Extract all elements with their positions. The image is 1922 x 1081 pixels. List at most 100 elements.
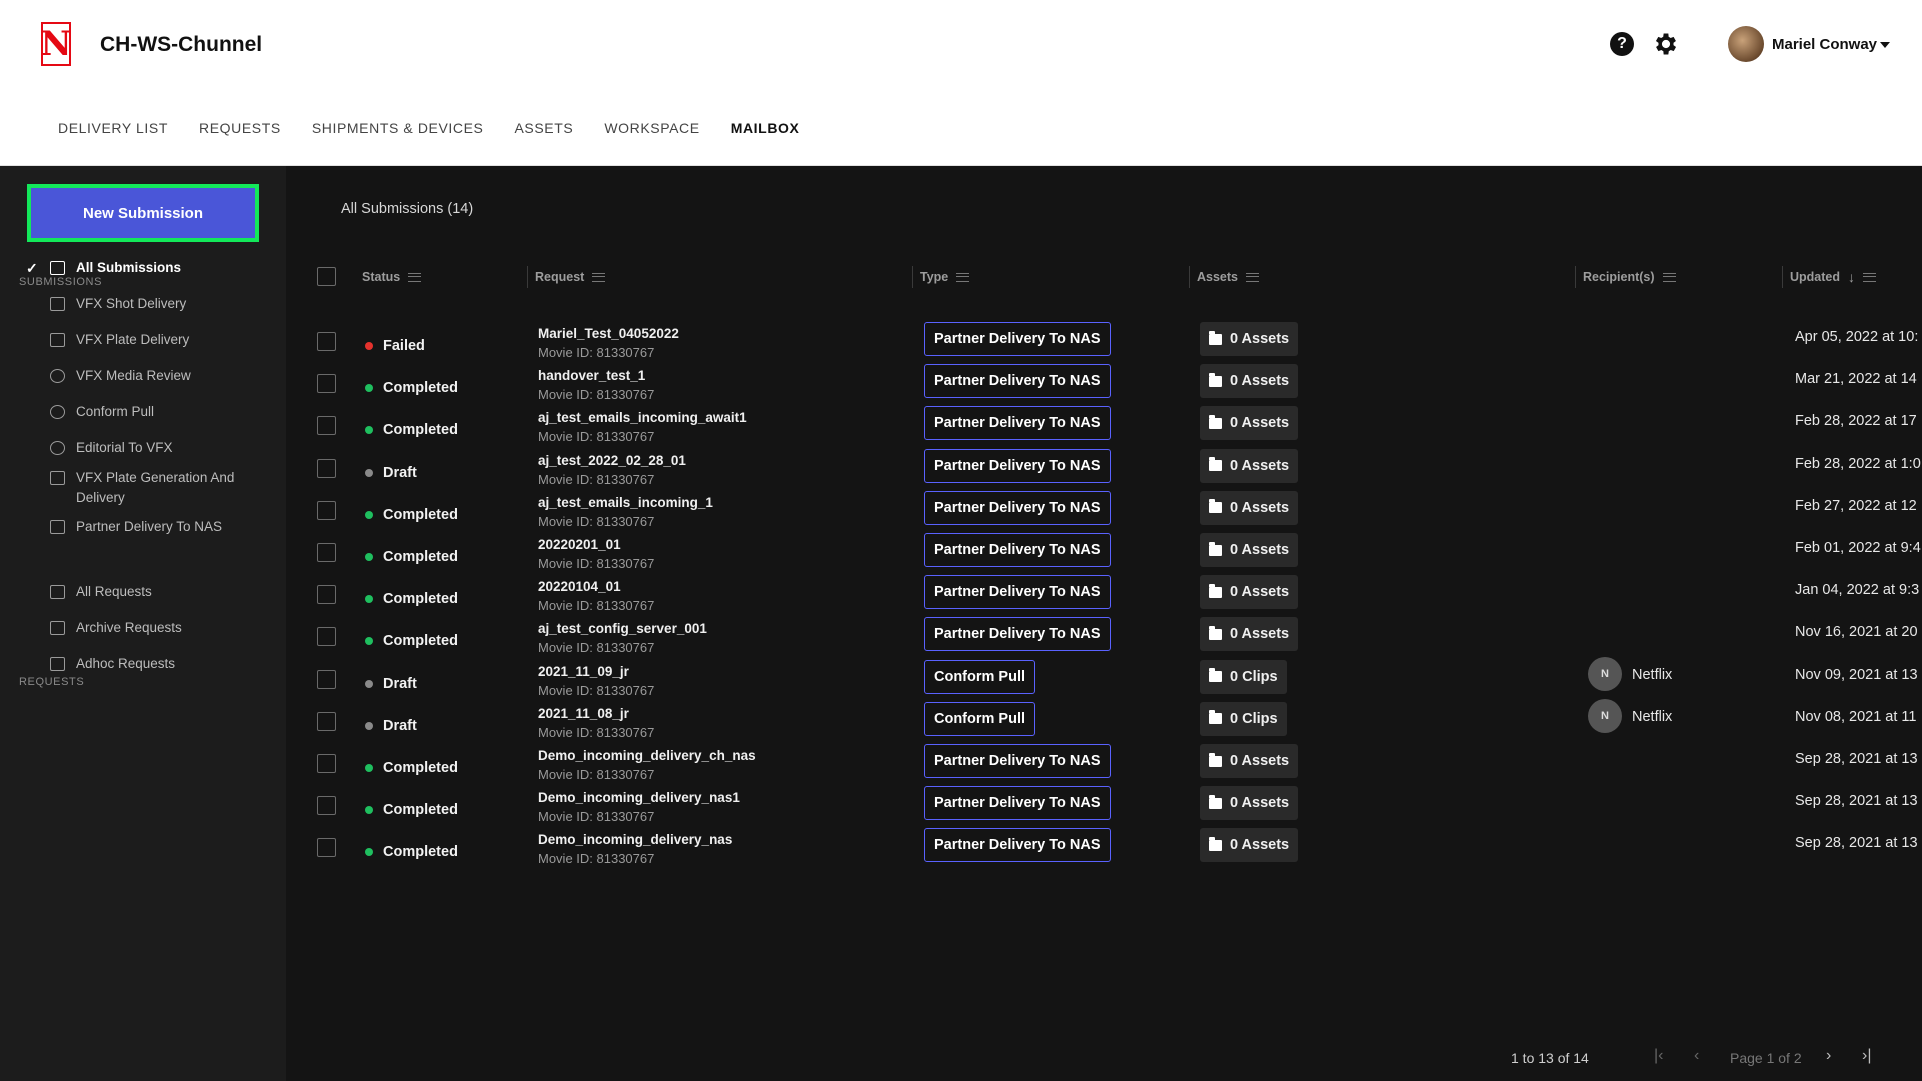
request-name-link[interactable]: Demo_incoming_delivery_nas [538,832,732,847]
column-header-type[interactable]: Type [920,264,970,290]
type-badge[interactable]: Partner Delivery To NAS [924,406,1111,441]
assets-button[interactable]: 0 Assets [1200,828,1299,863]
request-name-link[interactable]: 2021_11_08_jr [538,706,629,721]
sidebar-item-adhoc-requests[interactable]: Adhoc Requests [0,654,286,676]
type-badge[interactable]: Partner Delivery To NAS [924,828,1111,863]
type-badge[interactable]: Partner Delivery To NAS [924,364,1111,399]
column-menu-icon[interactable] [1662,272,1676,282]
sidebar-item-vfx-plate-generation-and-delivery[interactable]: VFX Plate Generation And Delivery [0,468,286,508]
sidebar-item-editorial-to-vfx[interactable]: Editorial To VFX [0,438,286,460]
row-checkbox[interactable] [317,458,336,478]
status-label: Draft [383,675,417,692]
type-badge[interactable]: Conform Pull [924,659,1036,694]
type-badge[interactable]: Partner Delivery To NAS [924,448,1111,483]
request-name-link[interactable]: Demo_incoming_delivery_ch_nas [538,748,756,763]
last-page-icon[interactable]: ›| [1862,1047,1871,1065]
request-name-link[interactable]: aj_test_emails_incoming_1 [538,495,713,510]
user-name[interactable]: Mariel Conway [1772,36,1877,53]
nav-item-delivery-list[interactable]: DELIVERY LIST [58,120,168,136]
nav-item-mailbox[interactable]: MAILBOX [731,120,800,136]
assets-button[interactable]: 0 Assets [1200,575,1299,610]
nav-item-requests[interactable]: REQUESTS [199,120,281,136]
row-checkbox[interactable] [317,669,336,689]
row-checkbox[interactable] [317,374,336,394]
row-checkbox[interactable] [317,416,336,436]
sort-down-icon[interactable]: ↓ [1848,269,1855,285]
request-name-link[interactable]: 20220104_01 [538,579,621,594]
type-badge[interactable]: Partner Delivery To NAS [924,533,1111,567]
sidebar-item-vfx-plate-delivery[interactable]: VFX Plate Delivery [0,330,286,352]
pagination-range: 1 to 13 of 14 [1511,1050,1589,1066]
chevron-down-icon[interactable] [1880,42,1890,48]
assets-button[interactable]: 0 Assets [1200,533,1299,567]
first-page-icon[interactable]: |‹ [1654,1047,1663,1065]
nav-item-assets[interactable]: ASSETS [514,120,573,136]
netflix-logo-icon[interactable]: N [40,22,72,66]
column-menu-icon[interactable] [956,272,970,282]
assets-button[interactable]: 0 Assets [1200,448,1299,483]
nav-item-workspace[interactable]: WORKSPACE [604,120,699,136]
nav-item-shipments-devices[interactable]: SHIPMENTS & DEVICES [312,120,484,136]
row-checkbox[interactable] [317,796,336,816]
column-menu-icon[interactable] [1863,272,1876,282]
type-badge[interactable]: Partner Delivery To NAS [924,617,1111,652]
request-name-link[interactable]: handover_test_1 [538,368,645,383]
sidebar-item-vfx-shot-delivery[interactable]: VFX Shot Delivery [0,294,286,316]
assets-button[interactable]: 0 Assets [1200,617,1299,652]
gear-icon[interactable] [1652,30,1680,58]
select-all-checkbox[interactable] [317,267,336,286]
column-header-recipients[interactable]: Recipient(s) [1583,264,1676,290]
avatar[interactable] [1728,26,1764,62]
type-badge[interactable]: Partner Delivery To NAS [924,575,1111,610]
row-checkbox[interactable] [317,711,336,731]
column-header-request[interactable]: Request [535,264,606,290]
table-row[interactable]: Completed Demo_incoming_delivery_nas Movie… [286,828,1922,882]
row-checkbox[interactable] [317,585,336,605]
sidebar-item-archive-requests[interactable]: Archive Requests [0,618,286,640]
status-dot-icon [365,637,373,646]
column-menu-icon[interactable] [408,272,422,282]
help-icon[interactable]: ? [1610,32,1634,56]
request-name-link[interactable]: Mariel_Test_04052022 [538,326,679,341]
request-name-link[interactable]: 20220201_01 [538,537,621,552]
prev-page-icon[interactable]: ‹ [1694,1047,1699,1065]
row-checkbox[interactable] [317,754,336,773]
assets-button[interactable]: 0 Assets [1200,786,1299,821]
sidebar-item-all-requests[interactable]: All Requests [0,582,286,604]
next-page-icon[interactable]: › [1826,1047,1831,1065]
column-menu-icon[interactable] [1246,272,1259,282]
type-badge[interactable]: Partner Delivery To NAS [924,322,1111,356]
sidebar-item-conform-pull[interactable]: Conform Pull [0,402,286,424]
assets-button[interactable]: 0 Clips [1200,701,1287,736]
column-header-status[interactable]: Status [362,264,422,290]
request-name-link[interactable]: aj_test_emails_incoming_await1 [538,410,747,425]
assets-button[interactable]: 0 Clips [1200,659,1287,694]
row-checkbox[interactable] [317,627,336,647]
type-badge[interactable]: Partner Delivery To NAS [924,744,1111,778]
row-checkbox[interactable] [317,332,336,351]
sidebar-item-partner-delivery-to-nas[interactable]: Partner Delivery To NAS [0,517,286,539]
request-name-link[interactable]: Demo_incoming_delivery_nas1 [538,790,740,805]
row-checkbox[interactable] [317,500,336,520]
status-dot-icon [365,721,373,730]
assets-button[interactable]: 0 Assets [1200,364,1299,399]
type-badge[interactable]: Partner Delivery To NAS [924,490,1111,525]
sidebar-item-all-submissions[interactable]: ✓ All Submissions [0,258,286,280]
type-badge[interactable]: Conform Pull [924,701,1036,736]
row-checkbox[interactable] [317,838,336,858]
type-badge[interactable]: Partner Delivery To NAS [924,786,1111,821]
new-submission-button[interactable]: New Submission [27,184,259,242]
sidebar-item-vfx-media-review[interactable]: VFX Media Review [0,366,286,388]
column-header-assets[interactable]: Assets [1197,264,1259,290]
request-name-link[interactable]: aj_test_config_server_001 [538,621,707,636]
assets-button[interactable]: 0 Assets [1200,490,1299,525]
assets-button[interactable]: 0 Assets [1200,744,1299,778]
assets-button[interactable]: 0 Assets [1200,406,1299,441]
column-menu-icon[interactable] [592,272,606,282]
request-name-link[interactable]: aj_test_2022_02_28_01 [538,453,686,468]
request-name-link[interactable]: 2021_11_09_jr [538,664,629,679]
row-checkbox[interactable] [317,543,336,562]
status-dot-icon [365,384,373,393]
column-header-updated[interactable]: Updated ↓ [1790,264,1876,290]
assets-button[interactable]: 0 Assets [1200,322,1299,356]
